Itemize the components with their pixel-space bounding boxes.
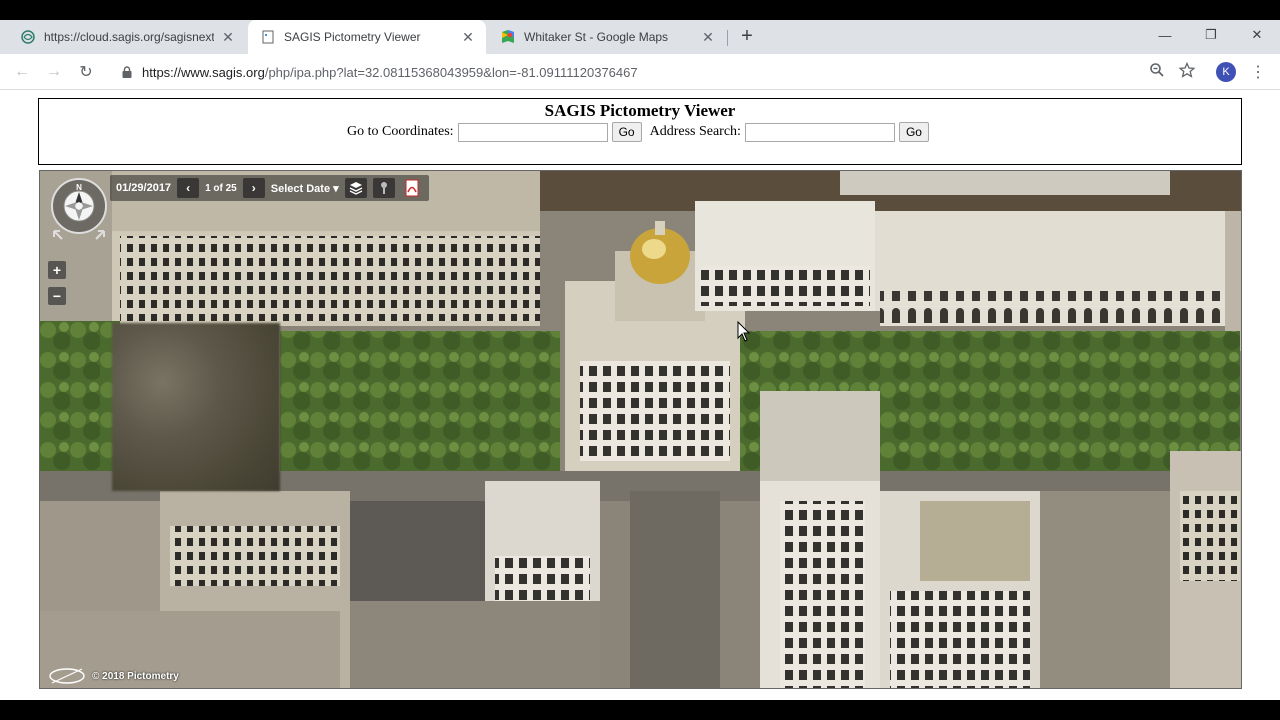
page-content: SAGIS Pictometry Viewer Go to Coordinate…	[0, 90, 1280, 700]
address-go-button[interactable]: Go	[898, 122, 929, 142]
page-title: SAGIS Pictometry Viewer	[544, 101, 736, 120]
previous-image-icon[interactable]: ‹	[177, 178, 200, 198]
zoom-in-button[interactable]: +	[48, 261, 66, 279]
tab-google-maps[interactable]: Whitaker St - Google Maps ✕	[488, 20, 726, 54]
viewer-header: SAGIS Pictometry Viewer Go to Coordinate…	[38, 98, 1242, 165]
url-path: /php/ipa.php?lat=32.08115368043959&lon=-…	[264, 64, 638, 80]
url-text: https://www.sagis.org/php/ipa.php?lat=32…	[142, 65, 638, 80]
copyright-notice: © 2018 Pictometry	[48, 667, 179, 685]
tab-label: Whitaker St - Google Maps	[524, 30, 669, 44]
lock-icon	[122, 66, 132, 78]
browser-menu-icon[interactable]: ⋮	[1250, 62, 1266, 82]
sagis-cloud-favicon-icon	[20, 29, 36, 45]
browser-toolbar: ← → ↻ https://www.sagis.org/php/ipa.php?…	[0, 54, 1280, 90]
next-image-icon[interactable]: ›	[242, 178, 265, 198]
reload-icon[interactable]: ↻	[75, 61, 97, 83]
profile-avatar[interactable]: K	[1216, 62, 1236, 82]
compass-rotate-icon[interactable]: N	[46, 175, 112, 241]
new-tab-button[interactable]: +	[736, 26, 758, 48]
zoom-out-button[interactable]: −	[48, 287, 66, 305]
pictometry-logo-icon	[49, 668, 85, 684]
tab-label: https://cloud.sagis.org/sagisnext/...	[44, 30, 214, 44]
viewer-toolbar: 01/29/2017 ‹ 1 of 25 › Select Date ▾	[110, 175, 429, 201]
address-search-input[interactable]	[744, 122, 895, 142]
bottom-black-bar	[0, 700, 1280, 720]
back-arrow-icon[interactable]: ←	[11, 61, 33, 83]
document-favicon-icon	[260, 29, 276, 45]
blurred-region	[112, 323, 280, 491]
address-search-label: Address Search:	[649, 124, 741, 139]
forward-arrow-icon[interactable]: →	[43, 61, 65, 83]
address-bar[interactable]: https://www.sagis.org/php/ipa.php?lat=32…	[110, 58, 1205, 86]
tab-strip: https://cloud.sagis.org/sagisnext/... ✕ …	[0, 20, 1280, 54]
close-window-button[interactable]: ✕	[1234, 24, 1280, 46]
coordinates-go-button[interactable]: Go	[611, 122, 642, 142]
minimize-window-button[interactable]: —	[1142, 24, 1188, 46]
pin-icon[interactable]	[372, 178, 395, 198]
image-date: 01/29/2017	[116, 182, 172, 194]
layers-icon[interactable]	[344, 178, 367, 198]
restore-window-button[interactable]: ❐	[1188, 24, 1234, 46]
tab-label: SAGIS Pictometry Viewer	[284, 30, 421, 44]
coordinates-input[interactable]	[457, 122, 608, 142]
zoom-magnifier-icon[interactable]	[1149, 62, 1165, 81]
bookmark-star-icon[interactable]	[1178, 61, 1196, 81]
select-date-dropdown[interactable]: Select Date ▾	[271, 182, 339, 195]
mouse-cursor-icon	[737, 321, 751, 342]
close-tab-icon[interactable]: ✕	[700, 29, 716, 45]
copyright-text: © 2018 Pictometry	[92, 670, 179, 682]
tab-sagis-cloud[interactable]: https://cloud.sagis.org/sagisnext/... ✕	[8, 20, 246, 54]
tab-sagis-pictometry[interactable]: SAGIS Pictometry Viewer ✕	[248, 20, 486, 54]
image-count: 1 of 25	[205, 182, 237, 194]
url-host: https://www.sagis.org	[142, 64, 265, 80]
aerial-image-viewer[interactable]: N + − 01/29/2017 ‹ 1 of 25 › Select Date…	[39, 170, 1242, 689]
google-maps-favicon-icon	[500, 29, 516, 45]
coordinates-label: Go to Coordinates:	[347, 124, 454, 139]
pdf-icon[interactable]	[401, 178, 423, 198]
tab-separator	[727, 30, 728, 46]
search-form: Go to Coordinates: Go Address Search: Go	[39, 122, 1241, 142]
top-black-bar	[0, 0, 1280, 20]
close-tab-icon[interactable]: ✕	[220, 29, 236, 45]
close-tab-icon[interactable]: ✕	[460, 29, 476, 45]
compass-north-label: N	[76, 183, 82, 192]
